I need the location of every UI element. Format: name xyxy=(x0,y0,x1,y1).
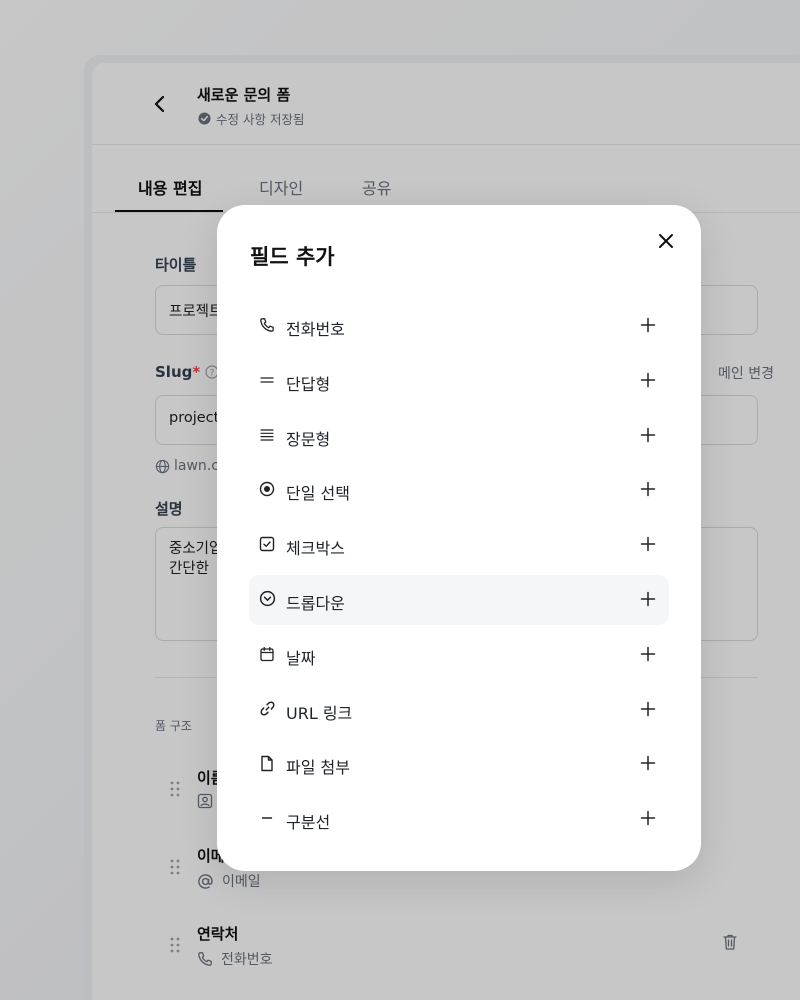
checkbox-icon xyxy=(258,535,276,553)
plus-icon[interactable] xyxy=(640,372,656,388)
long-text-icon xyxy=(258,426,276,444)
plus-icon[interactable] xyxy=(640,536,656,552)
plus-icon[interactable] xyxy=(640,481,656,497)
add-field-phone[interactable]: 전화번호 xyxy=(249,301,669,351)
field-label: URL 링크 xyxy=(286,703,353,723)
field-label: 단일 선택 xyxy=(286,484,350,504)
field-label: 드롭다운 xyxy=(286,593,345,613)
field-label: 전화번호 xyxy=(286,320,345,339)
short-text-icon xyxy=(258,371,276,389)
plus-icon[interactable] xyxy=(640,701,656,717)
plus-icon[interactable] xyxy=(640,591,656,607)
divider-icon xyxy=(258,809,276,827)
field-label: 체크박스 xyxy=(286,539,345,559)
radio-icon xyxy=(258,480,276,498)
plus-icon[interactable] xyxy=(640,810,656,826)
add-field-modal: 필드 추가 전화번호 단답형 장문형 단일 선택 체크박스 드롭다운 날짜 UR… xyxy=(217,205,701,871)
field-label: 구분선 xyxy=(286,813,331,833)
add-field-checkbox[interactable]: 체크박스 xyxy=(249,520,669,570)
field-label: 단답형 xyxy=(286,374,331,394)
plus-icon[interactable] xyxy=(640,427,656,443)
field-label: 파일 첨부 xyxy=(286,758,350,778)
add-field-date[interactable]: 날짜 xyxy=(249,630,669,680)
plus-icon[interactable] xyxy=(640,646,656,662)
add-field-long-text[interactable]: 장문형 xyxy=(249,411,669,461)
file-icon xyxy=(258,754,276,772)
plus-icon[interactable] xyxy=(640,755,656,771)
field-label: 장문형 xyxy=(286,429,331,449)
plus-icon[interactable] xyxy=(640,317,656,333)
field-label: 날짜 xyxy=(286,648,316,668)
add-field-file-attachment[interactable]: 파일 첨부 xyxy=(249,739,669,789)
add-field-divider[interactable]: 구분선 xyxy=(249,794,669,844)
calendar-icon xyxy=(258,645,276,663)
add-field-single-choice[interactable]: 단일 선택 xyxy=(249,465,669,515)
add-field-dropdown[interactable]: 드롭다운 xyxy=(249,574,669,625)
modal-title: 필드 추가 xyxy=(250,245,335,269)
close-icon[interactable] xyxy=(654,229,678,253)
phone-icon xyxy=(258,316,276,334)
add-field-short-text[interactable]: 단답형 xyxy=(249,356,669,406)
link-icon xyxy=(258,700,276,718)
add-field-url-link[interactable]: URL 링크 xyxy=(249,685,669,735)
dropdown-icon xyxy=(258,590,276,608)
field-type-list: 전화번호 단답형 장문형 단일 선택 체크박스 드롭다운 날짜 URL 링크 파… xyxy=(249,301,669,849)
